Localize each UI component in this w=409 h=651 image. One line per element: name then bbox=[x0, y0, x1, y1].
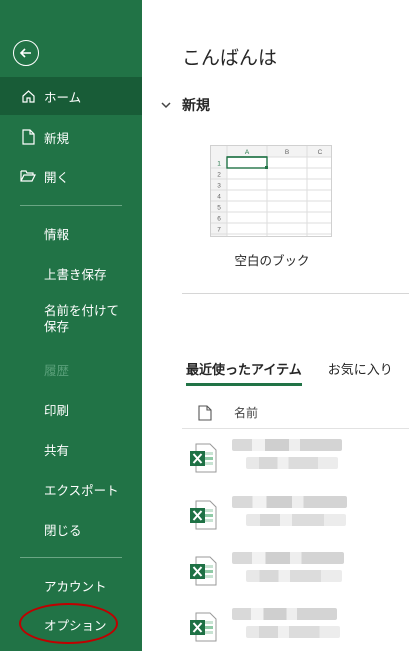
redacted-file-path bbox=[246, 626, 340, 638]
sidebar-divider bbox=[20, 557, 122, 558]
sidebar-item-label: 新規 bbox=[44, 130, 70, 146]
folder-open-icon bbox=[20, 168, 36, 184]
sidebar-item-new[interactable]: 新規 bbox=[0, 122, 142, 152]
template-row-label: 6 bbox=[217, 216, 221, 223]
sidebar-item-account[interactable]: アカウント bbox=[0, 574, 142, 596]
excel-file-icon bbox=[190, 443, 217, 473]
sidebar-item-info[interactable]: 情報 bbox=[0, 222, 142, 244]
back-button[interactable] bbox=[13, 40, 39, 66]
sidebar-item-options[interactable]: オプション bbox=[0, 613, 142, 635]
recent-tabs: 最近使ったアイテム お気に入り bbox=[186, 359, 409, 386]
sidebar-item-save-as[interactable]: 名前を付けて保存 bbox=[0, 303, 142, 339]
template-row-label: 5 bbox=[217, 205, 221, 212]
template-row-label: 1 bbox=[217, 161, 221, 168]
sidebar-item-label: 閉じる bbox=[44, 522, 82, 538]
redacted-file-name bbox=[232, 552, 344, 564]
blank-workbook-template[interactable]: A B C 1 2 3 4 5 6 7 bbox=[210, 145, 332, 237]
sidebar-item-label: 情報 bbox=[44, 226, 70, 242]
redacted-file-path bbox=[246, 570, 342, 582]
sidebar-item-label: ホーム bbox=[44, 89, 82, 105]
sidebar-item-share[interactable]: 共有 bbox=[0, 438, 142, 460]
template-column-label: A bbox=[245, 149, 250, 156]
template-column-label: C bbox=[318, 149, 323, 156]
list-item[interactable] bbox=[182, 598, 409, 651]
tab-recent[interactable]: 最近使ったアイテム bbox=[186, 359, 302, 386]
sidebar-item-close[interactable]: 閉じる bbox=[0, 518, 142, 540]
section-divider bbox=[182, 293, 409, 294]
blank-workbook-thumbnail: A B C 1 2 3 4 5 6 7 bbox=[211, 146, 331, 236]
new-section-header[interactable]: 新規 bbox=[160, 95, 210, 115]
document-icon bbox=[198, 404, 212, 421]
sidebar-item-label: 共有 bbox=[44, 442, 70, 458]
sidebar-item-label: 履歴 bbox=[44, 362, 70, 378]
home-icon bbox=[20, 88, 36, 104]
arrow-left-icon bbox=[19, 48, 31, 58]
new-section-title: 新規 bbox=[182, 98, 210, 114]
sidebar-item-open[interactable]: 開く bbox=[0, 161, 142, 191]
list-item[interactable] bbox=[182, 486, 409, 544]
redacted-file-name bbox=[232, 608, 337, 620]
new-document-icon bbox=[20, 129, 36, 145]
template-row-label: 7 bbox=[217, 227, 221, 234]
sidebar-item-label: 名前を付けて保存 bbox=[44, 303, 120, 334]
template-column-label: B bbox=[285, 149, 289, 156]
sidebar-item-label: 印刷 bbox=[44, 402, 70, 418]
sidebar-item-label: アカウント bbox=[44, 578, 107, 594]
template-row-label: 3 bbox=[217, 183, 221, 190]
excel-file-icon bbox=[190, 612, 217, 642]
sidebar-item-history: 履歴 bbox=[0, 358, 142, 380]
column-name-label[interactable]: 名前 bbox=[234, 404, 258, 421]
sidebar-item-home[interactable]: ホーム bbox=[0, 77, 142, 115]
excel-file-icon bbox=[190, 500, 217, 530]
backstage-sidebar: ホーム 新規 開く 情報 上書き保存 名前を付けて保存 履歴 印刷 共有 エクス… bbox=[0, 0, 142, 651]
sidebar-item-label: オプション bbox=[44, 617, 107, 633]
sidebar-item-label: 開く bbox=[44, 169, 70, 185]
chevron-down-icon bbox=[161, 102, 171, 109]
tab-favorites[interactable]: お気に入り bbox=[328, 359, 393, 386]
sidebar-item-label: エクスポート bbox=[44, 482, 119, 498]
list-item[interactable] bbox=[182, 429, 409, 487]
redacted-file-name bbox=[232, 496, 347, 508]
template-row-label: 2 bbox=[217, 172, 221, 179]
redacted-file-path bbox=[246, 514, 346, 526]
sidebar-item-export[interactable]: エクスポート bbox=[0, 478, 142, 500]
redacted-file-path bbox=[246, 457, 338, 469]
sidebar-item-label: 上書き保存 bbox=[44, 266, 107, 282]
page-title: こんばんは bbox=[182, 47, 278, 69]
excel-file-icon bbox=[190, 556, 217, 586]
sidebar-item-save[interactable]: 上書き保存 bbox=[0, 262, 142, 284]
sidebar-item-print[interactable]: 印刷 bbox=[0, 398, 142, 420]
blank-workbook-label: 空白のブック bbox=[234, 253, 310, 268]
file-list-header: 名前 bbox=[198, 404, 258, 421]
sidebar-divider bbox=[20, 205, 122, 206]
list-item[interactable] bbox=[182, 542, 409, 600]
redacted-file-name bbox=[232, 439, 342, 451]
template-row-label: 4 bbox=[217, 194, 221, 201]
